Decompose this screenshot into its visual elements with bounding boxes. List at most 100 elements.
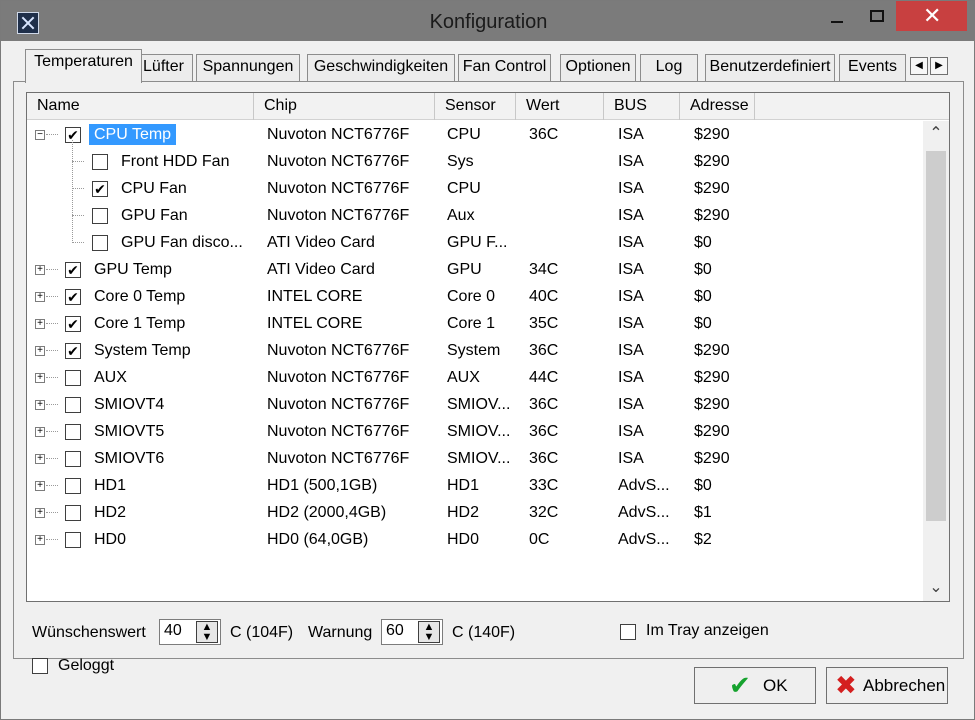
- unchecked-checkbox[interactable]: [65, 424, 81, 440]
- checked-checkbox[interactable]: ✔: [65, 127, 81, 143]
- column-header-adresse[interactable]: Adresse: [680, 93, 755, 120]
- table-row[interactable]: + ✔ System Temp Nuvoton NCT6776F System 36C IS…: [27, 337, 923, 364]
- vertical-scrollbar[interactable]: ⌃ ⌄: [923, 121, 949, 601]
- sensor-name[interactable]: System Temp: [94, 337, 191, 364]
- column-header-name[interactable]: Name: [27, 93, 254, 120]
- tab-benutzerdefiniert[interactable]: Benutzerdefiniert: [705, 54, 835, 81]
- minimize-button[interactable]: [817, 1, 857, 31]
- tab-panel-temperaturen: Name Chip Sensor Wert BUS Adresse − ✔ CPU Temp N…: [13, 81, 964, 674]
- sensor-name[interactable]: SMIOVT5: [94, 418, 164, 445]
- table-row[interactable]: + HD2 HD2 (2000,4GB) HD2 32C AdvS... $1: [27, 499, 923, 526]
- tab-spannungen[interactable]: Spannungen: [196, 54, 300, 81]
- checked-checkbox[interactable]: ✔: [65, 343, 81, 359]
- title-bar[interactable]: Konfiguration ✕: [1, 1, 975, 41]
- expand-icon[interactable]: +: [35, 265, 45, 275]
- table-row[interactable]: + SMIOVT6 Nuvoton NCT6776F SMIOV... 36C ISA $2…: [27, 445, 923, 472]
- column-header-bus[interactable]: BUS: [604, 93, 680, 120]
- table-row[interactable]: + ✔ GPU Temp ATI Video Card GPU 34C ISA $0: [27, 256, 923, 283]
- unchecked-checkbox[interactable]: [92, 208, 108, 224]
- table-row[interactable]: + AUX Nuvoton NCT6776F AUX 44C ISA $290: [27, 364, 923, 391]
- tab-temperaturen[interactable]: Temperaturen: [25, 49, 142, 83]
- table-row[interactable]: + SMIOVT4 Nuvoton NCT6776F SMIOV... 36C ISA $2…: [27, 391, 923, 418]
- target-spin-button[interactable]: ▲ ▼: [196, 621, 218, 643]
- table-row[interactable]: GPU Fan Nuvoton NCT6776F Aux ISA $290: [27, 202, 923, 229]
- target-stepper[interactable]: 40 ▲ ▼: [159, 619, 221, 645]
- table-row[interactable]: + ✔ Core 1 Temp INTEL CORE Core 1 35C ISA $0: [27, 310, 923, 337]
- warning-stepper[interactable]: 60 ▲ ▼: [381, 619, 443, 645]
- sensor-name[interactable]: SMIOVT4: [94, 391, 164, 418]
- warning-spin-button[interactable]: ▲ ▼: [418, 621, 440, 643]
- table-row[interactable]: − ✔ CPU Temp Nuvoton NCT6776F CPU 36C ISA $290: [27, 121, 923, 148]
- tab-events[interactable]: Events: [839, 54, 906, 81]
- tab-optionen[interactable]: Optionen: [560, 54, 636, 81]
- sensor-name[interactable]: GPU Fan: [121, 202, 188, 229]
- expand-icon[interactable]: +: [35, 535, 45, 545]
- unchecked-checkbox[interactable]: [65, 505, 81, 521]
- unchecked-checkbox[interactable]: [65, 478, 81, 494]
- expand-icon[interactable]: +: [35, 346, 45, 356]
- cell-wert: 40C: [529, 288, 559, 305]
- checked-checkbox[interactable]: ✔: [65, 262, 81, 278]
- unchecked-checkbox[interactable]: [92, 154, 108, 170]
- expand-icon[interactable]: +: [35, 508, 45, 518]
- checked-checkbox[interactable]: ✔: [65, 289, 81, 305]
- tab-log[interactable]: Log: [640, 54, 698, 81]
- tab-l-fter[interactable]: Lüfter: [134, 54, 193, 81]
- sensor-name[interactable]: CPU Temp: [89, 124, 177, 145]
- cell-bus: ISA: [618, 315, 644, 332]
- sensor-name[interactable]: GPU Fan disco...: [121, 229, 243, 256]
- checked-checkbox[interactable]: ✔: [65, 316, 81, 332]
- column-header-chip[interactable]: Chip: [254, 93, 435, 120]
- tray-checkbox[interactable]: [620, 624, 636, 640]
- cell-chip: Nuvoton NCT6776F: [267, 342, 410, 359]
- expand-icon[interactable]: +: [35, 292, 45, 302]
- sensor-list[interactable]: Name Chip Sensor Wert BUS Adresse − ✔ CPU Temp N…: [26, 92, 950, 602]
- warning-value[interactable]: 60: [386, 622, 404, 640]
- ok-button[interactable]: ✔ OK: [694, 667, 816, 704]
- unchecked-checkbox[interactable]: [65, 397, 81, 413]
- unchecked-checkbox[interactable]: [65, 370, 81, 386]
- close-button[interactable]: ✕: [896, 1, 967, 31]
- sensor-name[interactable]: CPU Fan: [121, 175, 187, 202]
- sensor-name[interactable]: Front HDD Fan: [121, 148, 229, 175]
- target-value[interactable]: 40: [164, 622, 182, 640]
- column-header-sensor[interactable]: Sensor: [435, 93, 516, 120]
- expand-icon[interactable]: +: [35, 319, 45, 329]
- sensor-name[interactable]: AUX: [94, 364, 127, 391]
- expand-icon[interactable]: +: [35, 400, 45, 410]
- unchecked-checkbox[interactable]: [92, 235, 108, 251]
- tab-scroll-left-icon[interactable]: ◀: [910, 57, 928, 75]
- unchecked-checkbox[interactable]: [65, 532, 81, 548]
- checked-checkbox[interactable]: ✔: [92, 181, 108, 197]
- collapse-icon[interactable]: −: [35, 130, 45, 140]
- tab-scroll-right-icon[interactable]: ▶: [930, 57, 948, 75]
- sensor-name[interactable]: GPU Temp: [94, 256, 172, 283]
- scroll-down-icon[interactable]: ⌄: [923, 575, 949, 601]
- sensor-name[interactable]: HD1: [94, 472, 126, 499]
- tab-fan-control[interactable]: Fan Control: [458, 54, 551, 81]
- sensor-name[interactable]: HD0: [94, 526, 126, 553]
- table-row[interactable]: Front HDD Fan Nuvoton NCT6776F Sys ISA $290: [27, 148, 923, 175]
- maximize-button[interactable]: [858, 1, 896, 31]
- tab-geschwindigkeiten[interactable]: Geschwindigkeiten: [307, 54, 455, 81]
- table-row[interactable]: + ✔ Core 0 Temp INTEL CORE Core 0 40C ISA $0: [27, 283, 923, 310]
- table-row[interactable]: GPU Fan disco... ATI Video Card GPU F... IS…: [27, 229, 923, 256]
- table-row[interactable]: + HD1 HD1 (500,1GB) HD1 33C AdvS... $0: [27, 472, 923, 499]
- expand-icon[interactable]: +: [35, 481, 45, 491]
- scroll-up-icon[interactable]: ⌃: [923, 121, 949, 147]
- sensor-name[interactable]: Core 0 Temp: [94, 283, 185, 310]
- expand-icon[interactable]: +: [35, 427, 45, 437]
- sensor-name[interactable]: SMIOVT6: [94, 445, 164, 472]
- expand-icon[interactable]: +: [35, 373, 45, 383]
- table-row[interactable]: ✔ CPU Fan Nuvoton NCT6776F CPU ISA $290: [27, 175, 923, 202]
- table-row[interactable]: + SMIOVT5 Nuvoton NCT6776F SMIOV... 36C ISA $2…: [27, 418, 923, 445]
- column-header-wert[interactable]: Wert: [516, 93, 604, 120]
- sensor-name[interactable]: Core 1 Temp: [94, 310, 185, 337]
- expand-icon[interactable]: +: [35, 454, 45, 464]
- unchecked-checkbox[interactable]: [65, 451, 81, 467]
- scroll-thumb[interactable]: [926, 151, 946, 521]
- cell-wert: 35C: [529, 315, 559, 332]
- sensor-name[interactable]: HD2: [94, 499, 126, 526]
- table-row[interactable]: + HD0 HD0 (64,0GB) HD0 0C AdvS... $2: [27, 526, 923, 553]
- cancel-button[interactable]: ✖ Abbrechen: [826, 667, 948, 704]
